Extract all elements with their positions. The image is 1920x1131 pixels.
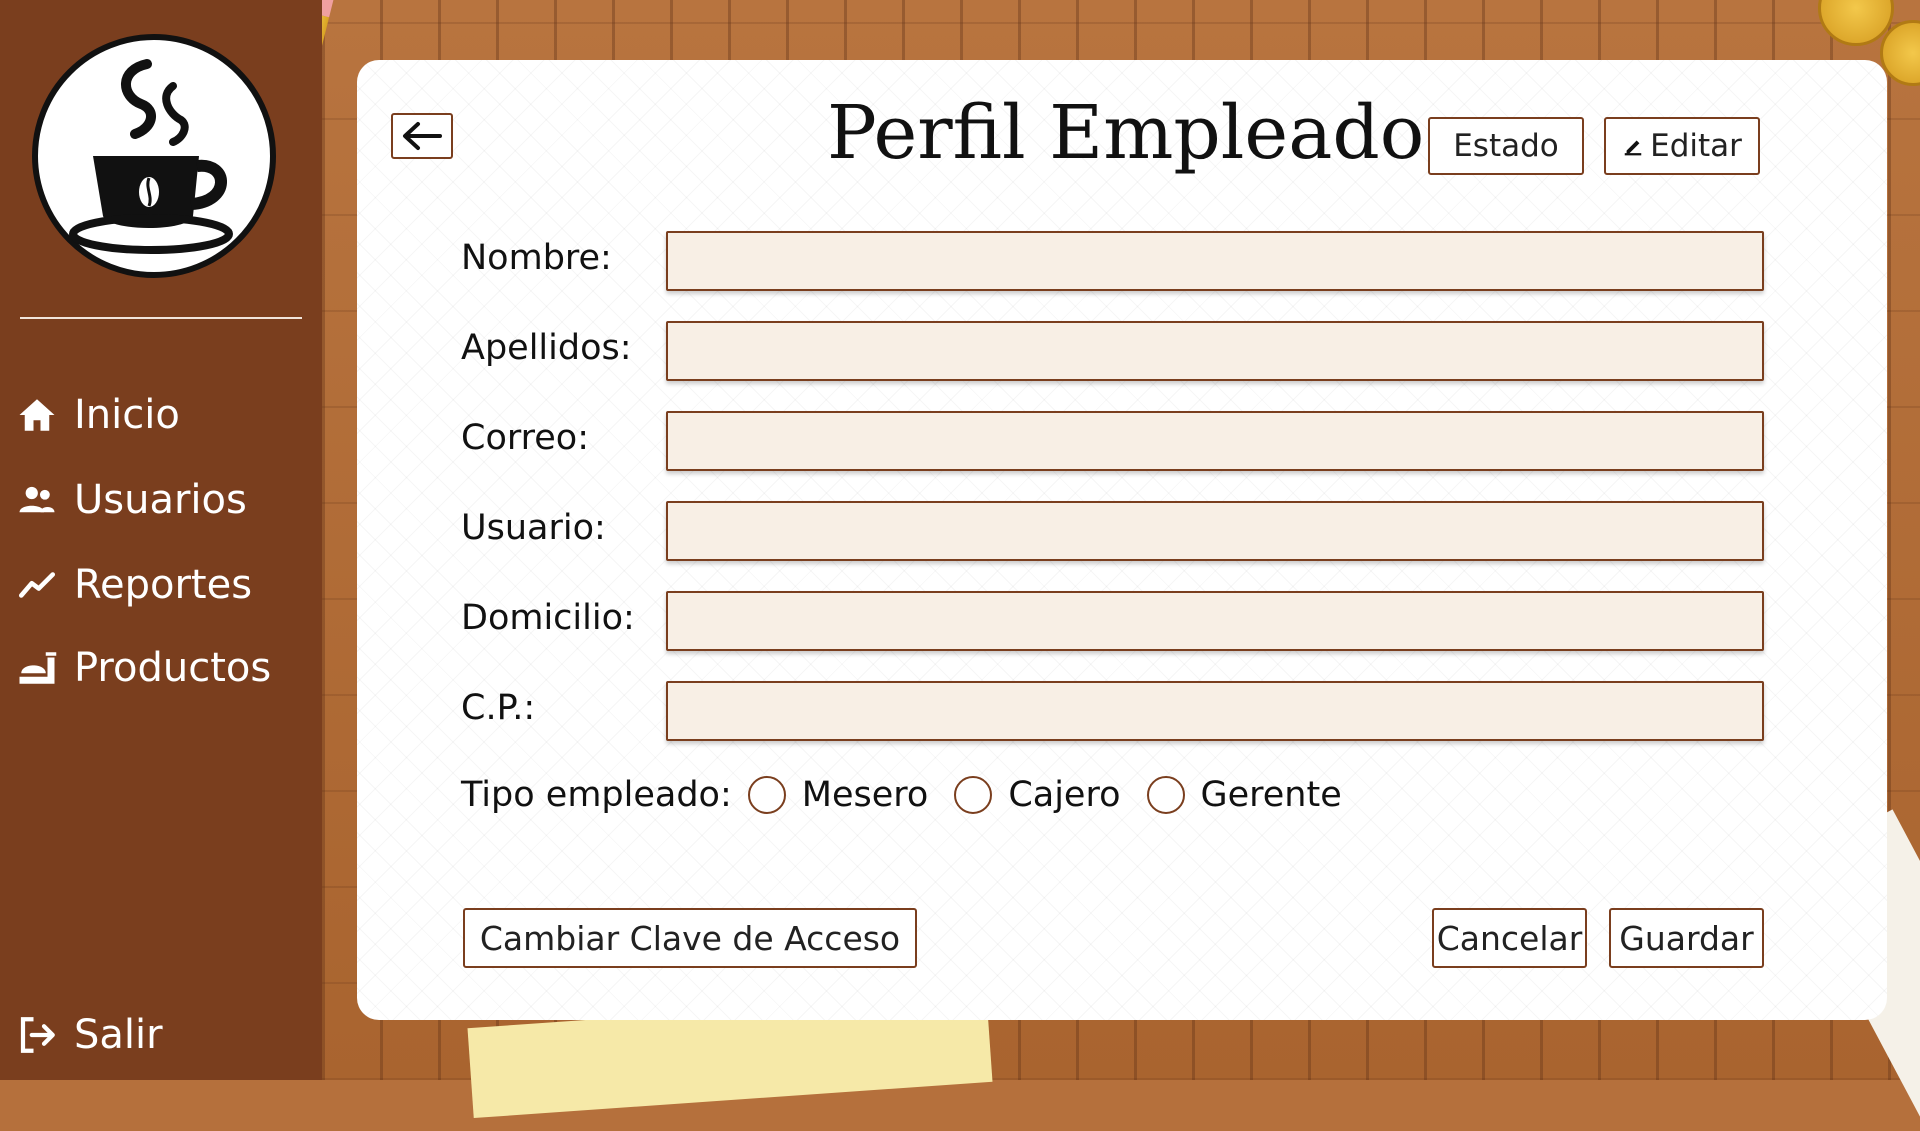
correo-label: Correo: — [461, 418, 589, 458]
radio-label: Gerente — [1200, 775, 1342, 815]
radio-circle-icon — [1146, 776, 1185, 814]
cancel-button[interactable]: Cancelar — [1432, 908, 1587, 968]
nombre-input[interactable] — [666, 231, 1764, 291]
sidebar-divider — [20, 317, 302, 319]
save-button[interactable]: Guardar — [1609, 908, 1764, 968]
radio-label: Cajero — [1008, 775, 1121, 815]
domicilio-input[interactable] — [666, 591, 1764, 651]
logout-icon — [20, 1017, 55, 1053]
usuario-label: Usuario: — [461, 508, 606, 548]
products-icon — [19, 652, 57, 684]
apellidos-label: Apellidos: — [461, 328, 632, 368]
sidebar-item-label: Inicio — [74, 392, 180, 438]
radio-circle-icon — [747, 776, 786, 814]
apellidos-input[interactable] — [666, 321, 1764, 381]
pencil-icon — [1624, 140, 1642, 156]
estado-button[interactable]: Estado — [1428, 117, 1584, 175]
arrow-left-icon — [403, 122, 442, 150]
editar-button[interactable]: Editar — [1604, 117, 1760, 175]
back-button[interactable] — [391, 113, 453, 159]
coffee-cup-logo — [32, 34, 276, 278]
save-label: Guardar — [1619, 918, 1754, 958]
radio-gerente[interactable]: Gerente — [1146, 775, 1342, 815]
change-password-label: Cambiar Clave de Acceso — [479, 918, 901, 958]
sidebar: Inicio Usuarios Reportes Productos Salir — [0, 0, 322, 1080]
correo-input[interactable] — [666, 411, 1764, 471]
editar-label: Editar — [1650, 128, 1742, 164]
logout-label: Salir — [74, 1012, 163, 1058]
cp-label: C.P.: — [461, 688, 536, 728]
tipo-empleado-label: Tipo empleado: — [461, 775, 732, 815]
estado-label: Estado — [1453, 128, 1559, 164]
radio-mesero[interactable]: Mesero — [747, 775, 929, 815]
sidebar-item-label: Reportes — [74, 562, 253, 608]
change-password-button[interactable]: Cambiar Clave de Acceso — [463, 908, 917, 968]
users-icon — [19, 486, 55, 513]
trend-icon — [18, 572, 56, 598]
sidebar-item-label: Usuarios — [74, 477, 247, 523]
domicilio-label: Domicilio: — [461, 598, 635, 638]
radio-label: Mesero — [801, 775, 929, 815]
sidebar-item-usuarios[interactable]: Usuarios — [16, 477, 247, 523]
sidebar-item-inicio[interactable]: Inicio — [16, 392, 180, 438]
cp-input[interactable] — [666, 681, 1764, 741]
sidebar-item-reportes[interactable]: Reportes — [16, 562, 252, 608]
sidebar-item-label: Productos — [74, 645, 272, 691]
page-title: Perfil Empleado — [827, 90, 1425, 176]
employee-type-group: Tipo empleado: Mesero Cajero Gerente — [461, 775, 1342, 815]
home-icon — [19, 399, 55, 431]
usuario-input[interactable] — [666, 501, 1764, 561]
cancel-label: Cancelar — [1436, 918, 1583, 958]
nombre-label: Nombre: — [461, 238, 612, 278]
radio-circle-icon — [954, 776, 993, 814]
employee-profile-card: Perfil Empleado Estado Editar Nombre: Ap… — [357, 60, 1887, 1020]
logout-button[interactable]: Salir — [16, 1012, 163, 1058]
sidebar-item-productos[interactable]: Productos — [16, 645, 271, 691]
radio-cajero[interactable]: Cajero — [954, 775, 1121, 815]
